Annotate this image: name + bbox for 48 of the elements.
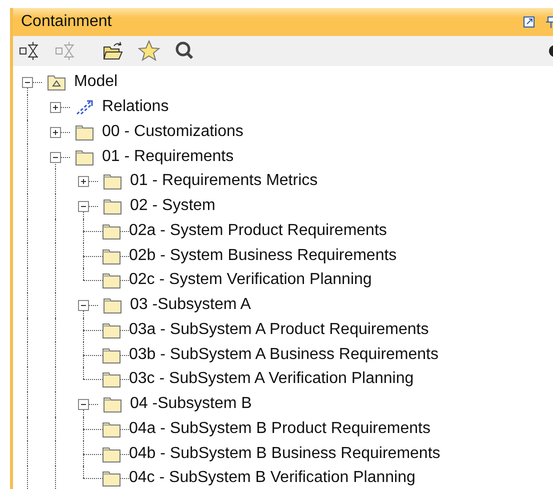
tree-item[interactable]: 01 - Requirements: [102, 146, 234, 167]
folder-icon: [102, 420, 121, 438]
tree-item[interactable]: 04b - SubSystem B Business Requirements: [129, 444, 440, 464]
relation-icon: [75, 98, 94, 116]
collapse-icon[interactable]: [50, 152, 61, 163]
folder-icon: [103, 296, 122, 314]
search-button[interactable]: [174, 40, 196, 62]
folder-icon: [75, 148, 94, 166]
tree-item[interactable]: 02c - System Verification Planning: [129, 270, 372, 290]
tree-item[interactable]: Model: [74, 72, 118, 92]
tree-item[interactable]: 04a - SubSystem B Product Requirements: [129, 418, 430, 439]
package-icon: [47, 73, 66, 92]
folder-icon: [102, 370, 121, 388]
tree-item[interactable]: 03 -Subsystem A: [130, 295, 251, 316]
folder-icon: [103, 172, 122, 190]
folder-icon: [103, 197, 122, 216]
collapse-icon[interactable]: [78, 399, 89, 410]
collapse-tree-button[interactable]: [18, 40, 40, 62]
expand-icon[interactable]: [50, 126, 61, 138]
folder-icon: [102, 469, 121, 488]
folder-icon: [102, 320, 121, 339]
panel-title: Containment: [21, 13, 113, 31]
open-folder-button[interactable]: [102, 40, 124, 62]
tree-item[interactable]: 00 - Customizations: [102, 122, 244, 142]
tree-item[interactable]: 01 - Requirements Metrics: [130, 171, 318, 192]
collapse-icon[interactable]: [78, 300, 89, 312]
folder-icon: [102, 222, 121, 240]
expand-icon[interactable]: [50, 102, 61, 114]
collapse-icon[interactable]: [22, 77, 33, 88]
tree-item[interactable]: 02 - System: [130, 196, 216, 216]
tree-item[interactable]: 04 -Subsystem B: [130, 394, 252, 414]
tree-item[interactable]: 04c - SubSystem B Verification Planning: [129, 468, 416, 488]
tree-item[interactable]: 03c - SubSystem A Verification Planning: [129, 369, 414, 390]
star-button[interactable]: [138, 40, 160, 62]
tree-item[interactable]: 03a - SubSystem A Product Requirements: [129, 320, 429, 340]
folder-icon: [102, 246, 121, 265]
collapse-icon[interactable]: [78, 201, 89, 212]
folder-icon: [102, 444, 121, 463]
undock-icon[interactable]: [523, 16, 535, 28]
tree-item[interactable]: 02a - System Product Requirements: [129, 220, 387, 241]
expand-icon[interactable]: [78, 176, 89, 188]
tree-item[interactable]: Relations: [102, 97, 169, 118]
folder-icon: [103, 395, 122, 414]
tree-item[interactable]: 02b - System Business Requirements: [129, 246, 397, 266]
folder-icon: [75, 122, 94, 141]
folder-icon: [102, 346, 121, 364]
folder-icon: [102, 271, 121, 290]
tree-item[interactable]: 03b - SubSystem A Business Requirements: [129, 344, 438, 365]
